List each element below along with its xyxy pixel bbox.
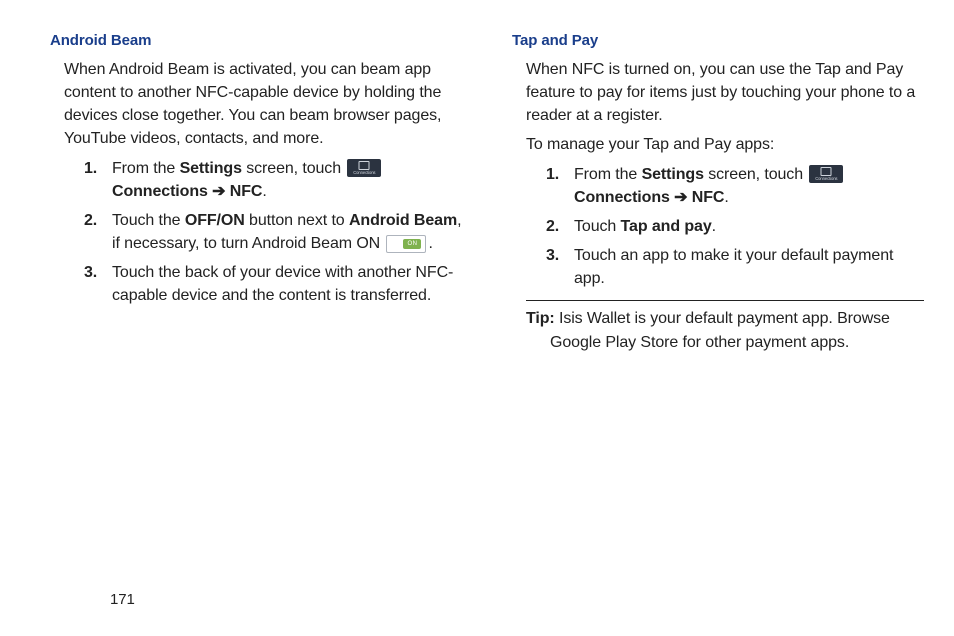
step-text: .: [712, 218, 716, 235]
step-number: 1.: [84, 157, 97, 180]
section-title-android-beam: Android Beam: [50, 30, 462, 52]
step-bold: Connections: [574, 189, 670, 206]
list-item: 2. Touch Tap and pay.: [546, 215, 924, 238]
step-text: .: [724, 189, 728, 206]
step-bold: Settings: [642, 166, 704, 183]
tap-and-pay-steps: 1. From the Settings screen, touch Conne…: [546, 163, 924, 291]
arrow-icon: ➔: [670, 189, 692, 206]
tap-and-pay-intro: When NFC is turned on, you can use the T…: [526, 58, 924, 128]
step-text: Touch the back of your device with anoth…: [112, 264, 453, 304]
tip-note: Tip: Isis Wallet is your default payment…: [526, 307, 924, 353]
step-bold: Connections: [112, 183, 208, 200]
step-bold: Tap and pay: [621, 218, 712, 235]
left-column: Android Beam When Android Beam is activa…: [30, 30, 462, 354]
step-text: From the: [574, 166, 642, 183]
step-text: button next to: [245, 212, 349, 229]
step-number: 1.: [546, 163, 559, 186]
step-text: Touch: [574, 218, 621, 235]
list-item: 3. Touch an app to make it your default …: [546, 244, 924, 290]
on-switch-label: ON: [403, 239, 421, 249]
step-bold: NFC: [230, 183, 263, 200]
connections-icon: [347, 159, 381, 177]
step-bold: Settings: [180, 160, 242, 177]
android-beam-intro: When Android Beam is activated, you can …: [64, 58, 462, 151]
step-text: .: [428, 235, 432, 252]
connections-icon: [809, 165, 843, 183]
tip-label: Tip:: [526, 310, 555, 327]
step-text: screen, touch: [242, 160, 345, 177]
android-beam-steps: 1. From the Settings screen, touch Conne…: [84, 157, 462, 308]
step-text: .: [262, 183, 266, 200]
step-text: From the: [112, 160, 180, 177]
step-number: 2.: [546, 215, 559, 238]
tap-and-pay-sub: To manage your Tap and Pay apps:: [526, 133, 924, 156]
page-number: 171: [110, 591, 135, 608]
step-text: screen, touch: [704, 166, 807, 183]
list-item: 1. From the Settings screen, touch Conne…: [546, 163, 924, 209]
step-bold: Android Beam: [349, 212, 457, 229]
content-columns: Android Beam When Android Beam is activa…: [30, 30, 924, 354]
step-text: Touch the: [112, 212, 185, 229]
step-number: 3.: [84, 261, 97, 284]
step-bold: OFF/ON: [185, 212, 245, 229]
on-switch-icon: ON: [386, 235, 426, 253]
step-number: 2.: [84, 209, 97, 232]
section-title-tap-and-pay: Tap and Pay: [512, 30, 924, 52]
divider: [526, 300, 924, 301]
right-column: Tap and Pay When NFC is turned on, you c…: [492, 30, 924, 354]
step-text: Touch an app to make it your default pay…: [574, 247, 893, 287]
list-item: 1. From the Settings screen, touch Conne…: [84, 157, 462, 203]
tip-text: Isis Wallet is your default payment app.…: [550, 310, 890, 350]
step-bold: NFC: [692, 189, 725, 206]
step-number: 3.: [546, 244, 559, 267]
arrow-icon: ➔: [208, 183, 230, 200]
list-item: 2. Touch the OFF/ON button next to Andro…: [84, 209, 462, 255]
list-item: 3. Touch the back of your device with an…: [84, 261, 462, 307]
